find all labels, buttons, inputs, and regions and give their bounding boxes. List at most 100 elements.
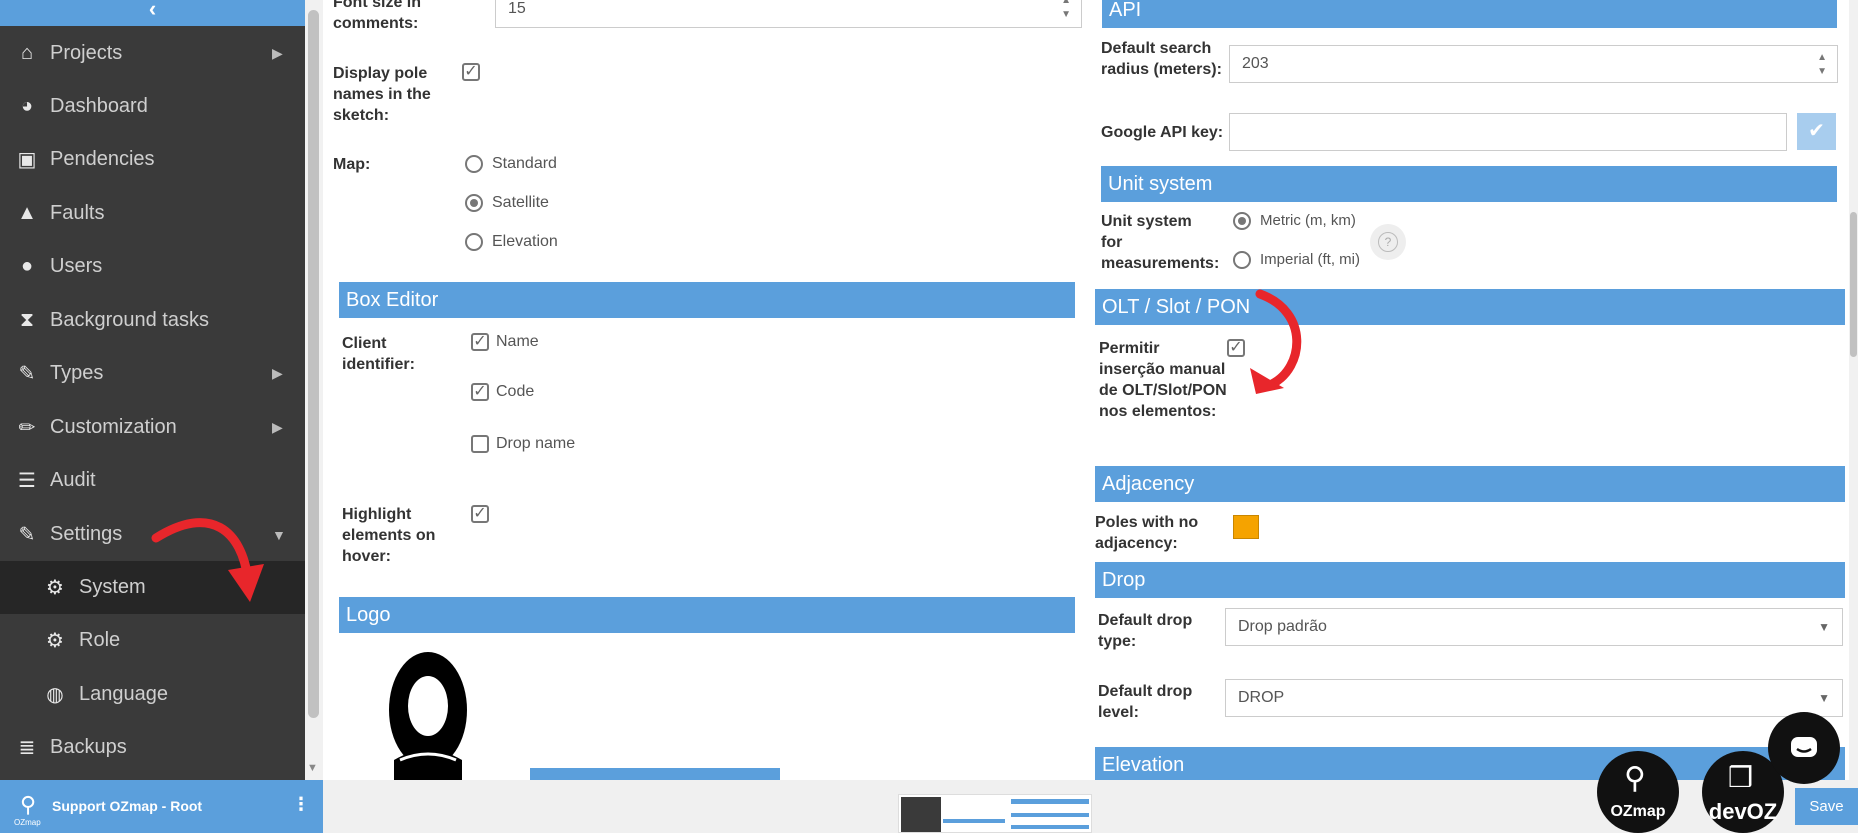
adjacency-label: Poles with no adjacency: — [1095, 514, 1199, 552]
chevron-down-icon: ▼ — [1818, 691, 1830, 705]
scroll-down-arrow-icon[interactable]: ▼ — [307, 762, 318, 774]
globe-icon: ◍ — [46, 684, 64, 706]
client-option-drop-name: Drop name — [496, 435, 576, 452]
logo-upload-button[interactable] — [530, 768, 780, 780]
drop-type-select[interactable]: Drop padrão ▼ — [1225, 608, 1843, 646]
client-code-checkbox[interactable]: ✓ — [471, 383, 489, 401]
sidebar-item-label: Customization — [50, 416, 177, 438]
google-api-label: Google API key: — [1101, 124, 1224, 141]
user-icon: ● — [20, 255, 34, 277]
sidebar-item-background-tasks[interactable]: ⧗ Background tasks — [0, 294, 305, 347]
adjacency-color-swatch[interactable] — [1233, 515, 1259, 539]
map-pin-icon: ⚲ — [1624, 762, 1646, 795]
font-size-input[interactable]: 15 ▲ ▼ — [495, 0, 1082, 28]
map-standard-radio[interactable] — [465, 155, 483, 173]
database-icon: ≣ — [18, 737, 36, 759]
check-icon: ✔ — [1808, 120, 1825, 142]
unit-metric-radio[interactable] — [1233, 212, 1251, 230]
current-user-name: Support OZmap - Root — [52, 798, 203, 814]
sidebar-item-label: Audit — [50, 469, 96, 491]
annotation-arrow — [1250, 289, 1302, 394]
sidebar-item-faults[interactable]: ▲ Faults — [0, 187, 305, 240]
ozmap-badge[interactable]: ⚲ OZmap — [1597, 751, 1679, 833]
sidebar-item-label: Role — [79, 629, 121, 651]
drop-level-label: Default drop level: — [1098, 683, 1193, 721]
search-radius-label: Default search radius (meters): — [1101, 40, 1222, 78]
drop-header: Drop — [1095, 562, 1845, 598]
sidebar-item-label: Backups — [50, 736, 127, 758]
sidebar-item-pendencies[interactable]: ▣ Pendencies — [0, 133, 305, 186]
sidebar-item-label: Faults — [50, 202, 105, 224]
spinner-icon[interactable]: ▲ ▼ — [1817, 51, 1827, 79]
cube-icon: ❒ — [1728, 762, 1754, 793]
help-button[interactable]: ? — [1370, 224, 1406, 260]
footer-logo-text: OZmap — [14, 818, 41, 827]
drop-level-select[interactable]: DROP ▼ — [1225, 679, 1843, 717]
client-drop-name-checkbox[interactable] — [471, 435, 489, 453]
gear-icon: ⚙ — [46, 630, 64, 652]
pole-names-label: Display pole names in the sketch: — [333, 65, 431, 124]
sidebar-item-role[interactable]: ⚙ Role — [0, 614, 305, 667]
unit-imperial-radio[interactable] — [1233, 251, 1251, 269]
sidebar-item-label: Settings — [50, 523, 123, 545]
sidebar-item-users[interactable]: ● Users — [0, 240, 305, 293]
ozmap-badge-text: OZmap — [1610, 803, 1666, 820]
client-identifier-label: Client identifier: — [342, 335, 415, 373]
sidebar: ‹ ⌂ Projects ▶ ◕ Dashboard ▣ Pendencies … — [0, 0, 305, 780]
map-elevation-radio[interactable] — [465, 233, 483, 251]
unit-option-imperial: Imperial (ft, mi) — [1260, 251, 1361, 268]
sidebar-item-dashboard[interactable]: ◕ Dashboard — [0, 80, 305, 133]
confirm-api-key-button[interactable]: ✔ — [1797, 113, 1836, 150]
help-icon: ? — [1378, 232, 1398, 252]
sidebar-item-label: Projects — [50, 42, 123, 64]
save-button[interactable]: Save — [1795, 788, 1858, 825]
more-options-icon[interactable]: ⋮ — [292, 794, 310, 815]
sidebar-collapse-button[interactable]: ‹ — [0, 0, 305, 26]
caret-right-icon: ▶ — [272, 419, 283, 435]
google-api-input[interactable] — [1229, 113, 1787, 151]
map-satellite-radio[interactable] — [465, 194, 483, 212]
sidebar-item-audit[interactable]: ☰ Audit — [0, 454, 305, 507]
spinner-icon[interactable]: ▲ ▼ — [1061, 0, 1071, 22]
drop-type-label: Default drop type: — [1098, 612, 1193, 650]
font-size-value: 15 — [508, 0, 526, 17]
box-editor-header: Box Editor — [339, 282, 1075, 318]
highlight-label: Highlight elements on hover: — [342, 506, 436, 565]
home-icon: ⌂ — [20, 42, 34, 64]
chat-icon — [1791, 737, 1817, 757]
wrench-icon: ✎ — [18, 363, 36, 385]
main-scrollbar[interactable] — [1849, 0, 1858, 780]
wrench-icon: ✎ — [18, 524, 36, 546]
pencil-icon: ✏ — [18, 417, 36, 439]
logo-image — [389, 652, 467, 780]
client-option-code: Code — [496, 383, 535, 400]
sidebar-item-projects[interactable]: ⌂ Projects ▶ — [0, 27, 305, 80]
client-name-checkbox[interactable]: ✓ — [471, 333, 489, 351]
main-scrollbar-thumb[interactable] — [1850, 212, 1857, 357]
search-radius-input[interactable]: 203 ▲ ▼ — [1229, 45, 1838, 83]
sidebar-item-backups[interactable]: ≣ Backups — [0, 721, 305, 774]
page-thumbnail[interactable] — [898, 794, 1092, 833]
api-header: API — [1102, 0, 1837, 28]
pole-names-checkbox[interactable]: ✓ — [462, 63, 480, 81]
olt-header: OLT / Slot / PON — [1095, 289, 1845, 325]
annotation-arrow — [151, 518, 264, 602]
list-icon: ☰ — [18, 470, 36, 492]
gear-icon: ⚙ — [46, 577, 64, 599]
sidebar-item-types[interactable]: ✎ Types ▶ — [0, 347, 305, 400]
drop-type-value: Drop padrão — [1238, 618, 1327, 635]
sidebar-item-customization[interactable]: ✏ Customization ▶ — [0, 401, 305, 454]
logo-header: Logo — [339, 597, 1075, 633]
unit-system-header: Unit system — [1101, 166, 1837, 202]
olt-label: Permitir inserção manual de OLT/Slot/PON… — [1099, 340, 1227, 420]
highlight-checkbox[interactable]: ✓ — [471, 505, 489, 523]
search-radius-value: 203 — [1242, 55, 1269, 72]
map-option-elevation: Elevation — [492, 233, 558, 250]
pie-chart-icon: ◕ — [20, 95, 34, 117]
chat-button[interactable] — [1768, 712, 1840, 784]
sidebar-scrollbar-thumb[interactable] — [308, 10, 319, 718]
olt-checkbox[interactable]: ✓ — [1227, 339, 1245, 357]
sidebar-item-language[interactable]: ◍ Language — [0, 668, 305, 721]
sidebar-item-label: Types — [50, 362, 104, 384]
client-option-name: Name — [496, 333, 539, 350]
